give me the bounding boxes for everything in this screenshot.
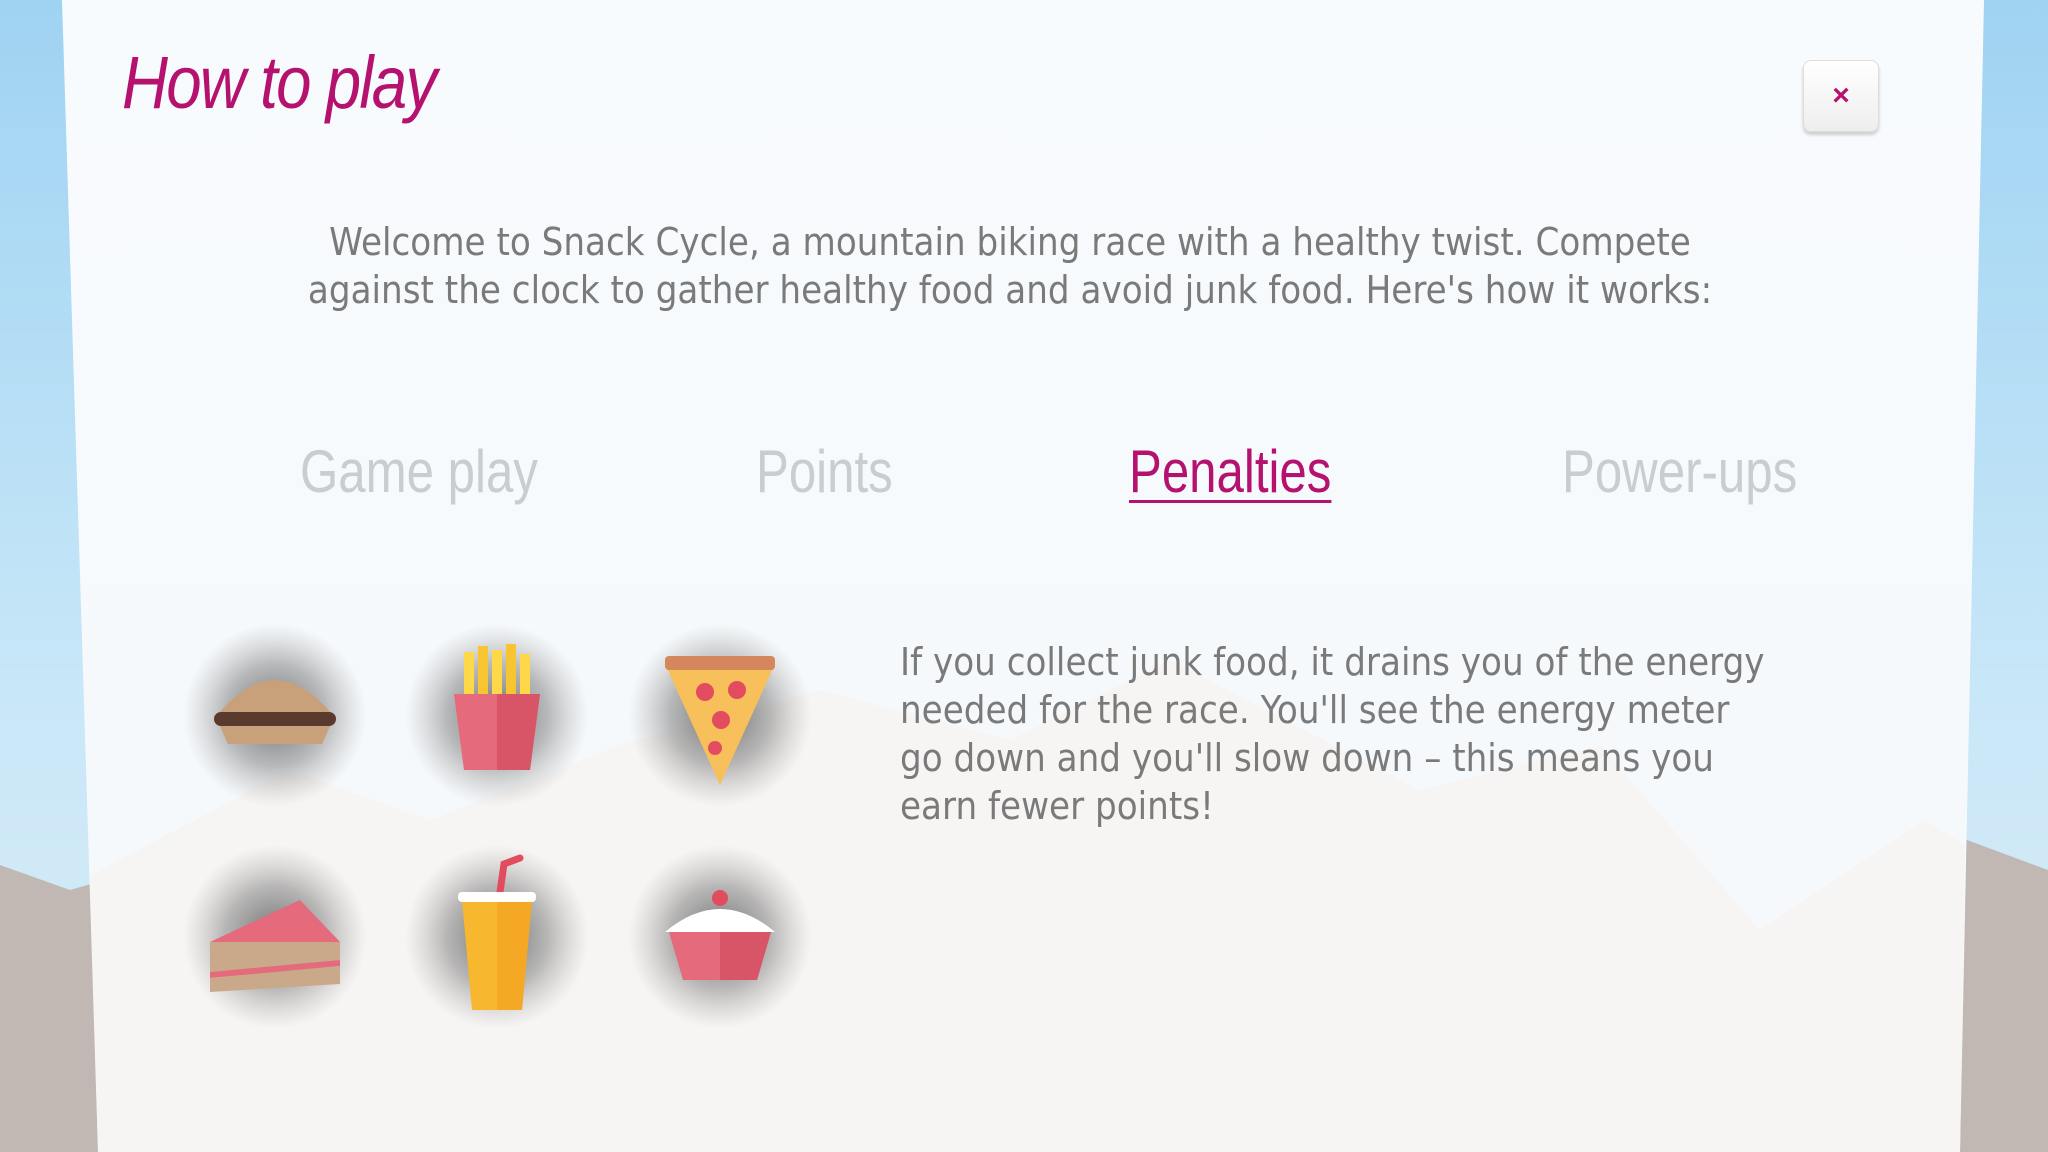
dialog-title: How to play [122,41,437,124]
penalties-description: If you collect junk food, it drains you … [900,640,1765,828]
cake-slice-icon [183,845,367,1029]
fries-icon [405,623,589,807]
how-to-play-dialog: How to play × Welcome to Snack Cycle, a … [0,0,2048,1152]
tab-game-play[interactable]: Game play [300,437,538,506]
cupcake-icon [628,845,812,1029]
junk-food-grid [180,620,840,1040]
pizza-slice-icon [628,623,812,807]
tab-power-ups[interactable]: Power-ups [1562,437,1797,506]
close-button[interactable]: × [1803,60,1879,132]
burger-icon [183,623,367,807]
tab-points[interactable]: Points [756,437,893,506]
soda-cup-icon [405,845,589,1029]
tab-penalties[interactable]: Penalties [1129,437,1331,506]
close-icon: × [1832,79,1850,112]
intro-text: Welcome to Snack Cycle, a mountain bikin… [307,220,1713,312]
